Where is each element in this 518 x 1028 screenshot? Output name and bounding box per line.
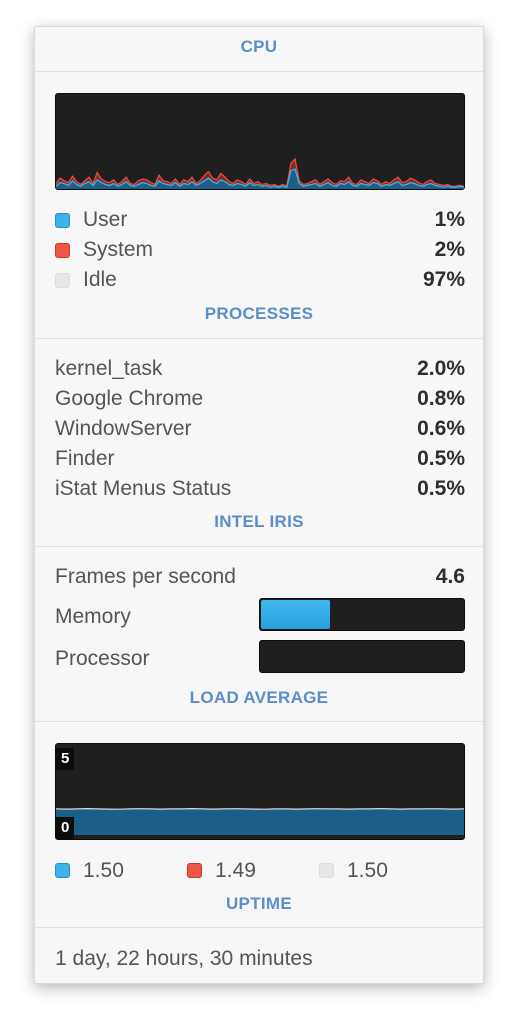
cpu-idle-value: 97% xyxy=(422,268,465,291)
load-1min-swatch-icon xyxy=(55,863,70,878)
cpu-header-divider xyxy=(35,71,483,72)
system-swatch-icon xyxy=(55,243,70,258)
cpu-system-label: System xyxy=(83,238,154,261)
cpu-system-value: 2% xyxy=(434,238,465,261)
gpu-memory-label: Memory xyxy=(55,605,131,628)
cpu-system-line xyxy=(56,157,464,188)
cpu-user-row: User 1% xyxy=(55,205,465,235)
process-cpu-value: 2.0% xyxy=(417,357,465,380)
gpu-header-divider xyxy=(35,546,483,547)
uptime-value: 1 day, 22 hours, 30 minutes xyxy=(55,947,313,970)
processes-header-divider xyxy=(35,338,483,339)
load-1min-value: 1.50 xyxy=(83,859,124,882)
load-scale-max-label: 5 xyxy=(56,748,75,770)
process-row[interactable]: kernel_task 2.0% xyxy=(55,354,465,384)
load-average-line xyxy=(56,807,464,810)
process-cpu-value: 0.5% xyxy=(417,477,465,500)
cpu-usage-graph[interactable] xyxy=(55,93,465,190)
istat-cpu-dropdown-panel: CPU User 1% System 2% Idle 97% PROCESSES… xyxy=(34,26,484,984)
uptime-header-divider xyxy=(35,927,483,928)
cpu-user-value: 1% xyxy=(434,208,465,231)
process-cpu-value: 0.6% xyxy=(417,417,465,440)
gpu-fps-label: Frames per second xyxy=(55,565,236,588)
load-average-graph[interactable]: 5 0 xyxy=(55,743,465,840)
gpu-section-header[interactable]: INTEL IRIS xyxy=(35,512,483,532)
cpu-idle-row: Idle 97% xyxy=(55,265,465,295)
gpu-fps-value: 4.6 xyxy=(435,565,465,588)
user-swatch-icon xyxy=(55,213,70,228)
gpu-memory-bar-fill xyxy=(261,600,330,629)
process-row[interactable]: Google Chrome 0.8% xyxy=(55,384,465,414)
cpu-section-header[interactable]: CPU xyxy=(35,37,483,57)
process-cpu-value: 0.8% xyxy=(417,387,465,410)
load-5min-swatch-icon xyxy=(187,863,202,878)
load-average-area xyxy=(56,808,464,835)
process-cpu-value: 0.5% xyxy=(417,447,465,470)
gpu-processor-bar xyxy=(259,640,465,673)
load-average-section-header[interactable]: LOAD AVERAGE xyxy=(35,688,483,708)
load-15min-value: 1.50 xyxy=(347,859,388,882)
process-name: iStat Menus Status xyxy=(55,477,232,500)
gpu-fps-row: Frames per second 4.6 xyxy=(55,562,465,592)
cpu-usage-graph-svg xyxy=(56,157,464,189)
gpu-processor-label: Processor xyxy=(55,647,150,670)
process-row[interactable]: Finder 0.5% xyxy=(55,444,465,474)
uptime-section-header[interactable]: UPTIME xyxy=(35,894,483,914)
process-row[interactable]: iStat Menus Status 0.5% xyxy=(55,474,465,504)
process-row[interactable]: WindowServer 0.6% xyxy=(55,414,465,444)
process-name: Google Chrome xyxy=(55,387,204,410)
load-5min-value: 1.49 xyxy=(215,859,256,882)
uptime-row: 1 day, 22 hours, 30 minutes xyxy=(55,944,465,974)
load-15min-swatch-icon xyxy=(319,863,334,878)
process-name: kernel_task xyxy=(55,357,163,380)
processes-section-header[interactable]: PROCESSES xyxy=(35,304,483,324)
load-scale-min-label: 0 xyxy=(56,817,75,839)
cpu-idle-label: Idle xyxy=(83,268,117,291)
idle-swatch-icon xyxy=(55,273,70,288)
gpu-memory-bar xyxy=(259,598,465,631)
process-name: WindowServer xyxy=(55,417,192,440)
load-header-divider xyxy=(35,721,483,722)
load-average-graph-svg xyxy=(56,807,464,835)
cpu-system-row: System 2% xyxy=(55,235,465,265)
process-name: Finder xyxy=(55,447,115,470)
cpu-user-label: User xyxy=(83,208,128,231)
